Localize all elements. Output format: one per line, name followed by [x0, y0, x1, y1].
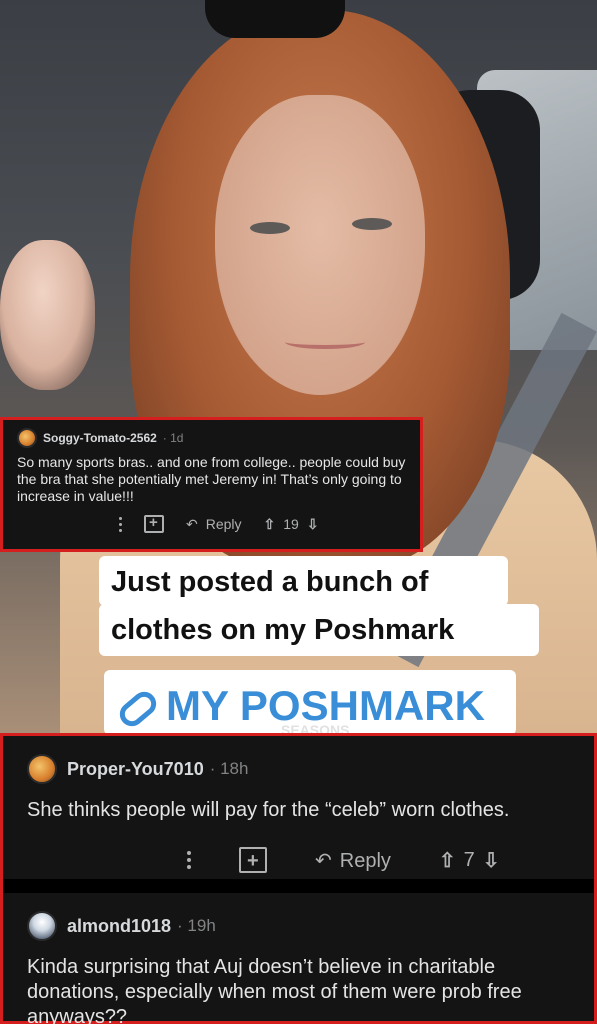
comment-username[interactable]: almond1018 [67, 916, 171, 937]
comment-divider [3, 879, 594, 893]
right-eye [352, 218, 392, 230]
hair-clip [205, 0, 345, 38]
comment-username[interactable]: Proper-You7010 [67, 759, 204, 780]
comment-age: · 18h [209, 759, 249, 778]
left-eye [250, 222, 290, 234]
comment-age: · 19h [177, 916, 216, 935]
reply-label: Reply [205, 515, 242, 532]
downvote-icon[interactable]: ⇩ [307, 516, 319, 533]
child-in-backseat [0, 240, 95, 390]
comment-thread-panel: Proper-You7010 · 18h She thinks people w… [0, 733, 597, 1024]
more-options-icon[interactable] [187, 851, 191, 869]
caption-line-1: Just posted a bunch of [99, 556, 508, 606]
poshmark-link-sticker[interactable]: MY POSHMARK [104, 670, 516, 735]
comment-actions: ↶ Reply ⇧ 7 ⇩ [27, 847, 570, 873]
comment-header: Proper-You7010 · 18h [27, 754, 570, 784]
comment-header: Soggy-Tomato-2562 · 1d [17, 428, 406, 448]
user-avatar[interactable] [17, 428, 37, 448]
upvote-icon[interactable]: ⇧ [264, 516, 276, 533]
vote-controls: ⇧ 19 ⇩ [264, 516, 319, 533]
comment-body: Kinda surprising that Auj doesn’t believ… [27, 956, 522, 1024]
comment-actions: ↶ Reply ⇧ 19 ⇩ [17, 514, 406, 533]
comment-body: She thinks people will pay for the “cele… [27, 799, 510, 821]
downvote-icon[interactable]: ⇩ [483, 848, 500, 873]
caption-line-2: clothes on my Poshmark [99, 604, 539, 656]
vote-controls: ⇧ 7 ⇩ [439, 848, 500, 873]
comment-age: · 1d [162, 431, 184, 445]
award-icon[interactable] [239, 847, 267, 873]
reply-button[interactable]: ↶ Reply [315, 848, 391, 873]
comment-card-3: almond1018 · 19h Kinda surprising that A… [3, 893, 594, 1024]
comment-body: So many sports bras.. and one from colle… [17, 454, 406, 504]
mouth [285, 335, 365, 349]
more-options-icon[interactable] [119, 516, 122, 532]
reply-button[interactable]: ↶ Reply [186, 516, 242, 533]
woman-face [215, 95, 425, 395]
upvote-icon[interactable]: ⇧ [439, 848, 456, 873]
poshmark-link-label: MY POSHMARK [166, 682, 485, 729]
vote-count: 19 [283, 516, 299, 532]
award-icon[interactable] [144, 514, 164, 533]
comment-card-2: Proper-You7010 · 18h She thinks people w… [3, 736, 594, 879]
reply-icon: ↶ [315, 849, 332, 872]
link-icon [114, 686, 162, 731]
reply-icon: ↶ [186, 515, 198, 532]
user-avatar[interactable] [27, 754, 57, 784]
user-avatar[interactable] [27, 911, 57, 941]
comment-header: almond1018 · 19h [27, 911, 570, 941]
comment-card-1: Soggy-Tomato-2562 · 1d So many sports br… [0, 417, 423, 552]
comment-username[interactable]: Soggy-Tomato-2562 [43, 431, 157, 445]
vote-count: 7 [463, 848, 475, 871]
reply-label: Reply [339, 849, 391, 872]
